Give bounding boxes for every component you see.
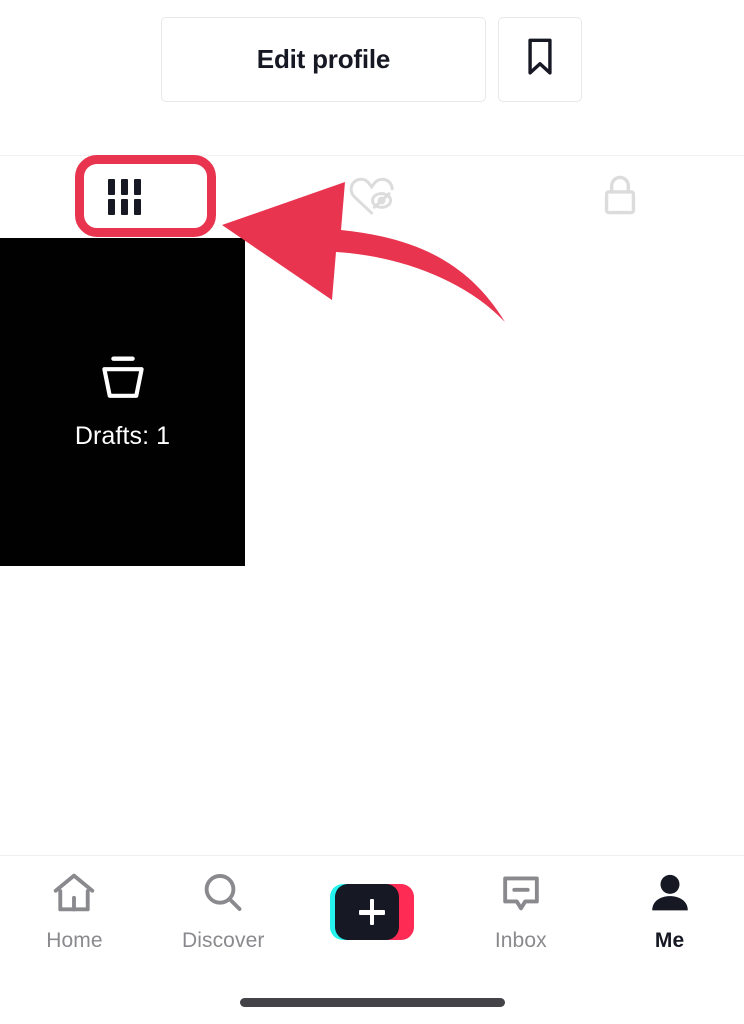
heart-hidden-icon	[345, 172, 399, 223]
bookmark-button[interactable]	[498, 17, 582, 102]
drafts-thumbnail[interactable]: Drafts: 1	[0, 238, 245, 566]
nav-item-discover[interactable]: Discover	[149, 871, 298, 953]
grid-icon	[107, 179, 141, 215]
edit-profile-button[interactable]: Edit profile	[161, 17, 486, 102]
bookmark-icon	[523, 37, 557, 82]
nav-label-inbox: Inbox	[494, 929, 547, 952]
person-icon	[647, 871, 693, 920]
nav-label-discover: Discover	[181, 929, 265, 952]
bottom-navigation-bar: Home Discover Inbox Me	[0, 856, 744, 968]
plus-icon	[358, 899, 385, 925]
message-icon	[498, 871, 544, 920]
home-indicator	[240, 998, 505, 1007]
tab-posts[interactable]	[0, 156, 248, 238]
nav-label-me: Me	[654, 929, 685, 952]
nav-item-me[interactable]: Me	[595, 871, 744, 953]
tiktok-profile-screen: Edit profile Drafts: 1 Home Discover Inb…	[0, 0, 744, 1024]
lock-icon	[600, 172, 640, 223]
home-icon	[51, 871, 97, 920]
nav-item-inbox[interactable]: Inbox	[446, 871, 595, 953]
drafts-label: Drafts: 1	[74, 422, 171, 450]
profile-tab-strip	[0, 156, 744, 238]
tab-liked[interactable]	[248, 156, 496, 238]
create-button[interactable]	[329, 883, 414, 941]
nav-item-home[interactable]: Home	[0, 871, 149, 953]
nav-item-create[interactable]	[298, 883, 447, 941]
drafts-tray-icon	[97, 353, 149, 408]
search-icon	[200, 871, 246, 920]
tab-private[interactable]	[496, 156, 744, 238]
nav-label-home: Home	[46, 929, 103, 952]
profile-actions-row: Edit profile	[161, 17, 582, 102]
